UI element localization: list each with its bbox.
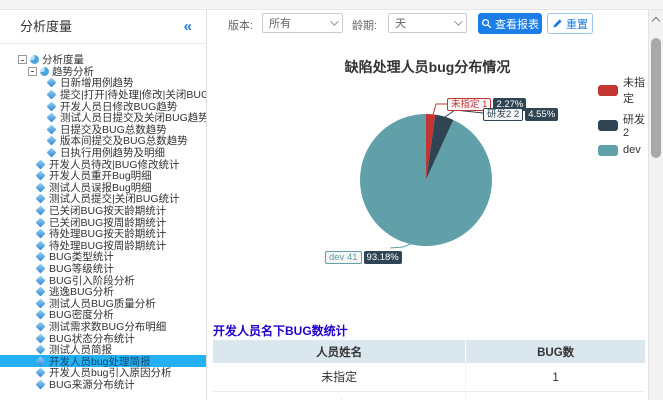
table-header-row: 人员姓名BUG数 [213,340,645,363]
chevron-down-icon [330,17,338,25]
diamond-icon [36,182,46,192]
age-select[interactable]: 天 [388,13,467,33]
legend-swatch [598,120,618,131]
legend-item-未指定[interactable]: 未指定 [598,74,648,106]
collapse-sidebar-icon[interactable]: « [184,10,192,44]
scroll-up-icon[interactable] [652,17,660,25]
diamond-icon [36,240,46,250]
diamond-icon [36,264,46,274]
table-cell: 未指定 [213,363,466,391]
table-cell: 2 [466,391,645,400]
age-label: 龄期: [352,17,377,33]
reset-label: 重置 [566,16,588,32]
label-line [433,104,447,115]
pie-label-slice-2: dev 4193.18% [325,251,402,264]
diamond-icon [36,194,46,204]
diamond-icon [47,101,57,111]
pie-label-name: dev 41 [325,251,362,264]
legend-label: dev [623,144,641,156]
pie-label-name: 研发2 2 [483,108,523,121]
diamond-icon [36,229,46,239]
diamond-icon [36,310,46,320]
table-cell: 研发2 [213,391,466,400]
diamond-icon [36,287,46,297]
diamond-icon [36,345,46,355]
legend-item-dev[interactable]: dev [598,144,648,156]
top-strip [0,0,663,10]
reset-button[interactable]: 重置 [547,13,593,34]
main-panel: 版本: 所有 龄期: 天 查看报表 重置 缺陷处理人员bug分布情况 未指定 1… [207,10,648,400]
diamond-icon [36,368,46,378]
legend-label: 未指定 [623,74,648,106]
diamond-icon [36,275,46,285]
sidebar: 分析度量 « 分析度量趋势分析日新增用例趋势提交|打开|待处理|修改|关闭BUG… [0,10,207,400]
bug-count-table: 人员姓名BUG数 未指定1研发22 [213,340,645,400]
view-report-button[interactable]: 查看报表 [478,13,542,34]
category-icon [30,55,39,64]
table-column-header: 人员姓名 [213,340,466,363]
category-icon [40,67,49,76]
search-icon [481,18,492,29]
diamond-icon [36,252,46,262]
pie-label-percent: 4.55% [525,108,558,121]
legend-swatch [598,145,618,156]
diamond-icon [47,136,57,146]
version-select[interactable]: 所有 [262,13,343,33]
legend-swatch [598,85,618,96]
table-cell: 1 [466,363,645,391]
view-report-label: 查看报表 [495,16,539,32]
version-select-value: 所有 [269,15,291,31]
collapse-toggle-icon[interactable] [18,55,27,64]
diamond-icon [36,356,46,366]
sidebar-tree: 分析度量趋势分析日新增用例趋势提交|打开|待处理|修改|关闭BUG趋势开发人员日… [0,54,206,400]
chevron-down-icon [454,17,462,25]
table-section-heading: 开发人员名下BUG数统计 [213,322,348,339]
pencil-icon [552,18,563,29]
version-label: 版本: [228,17,253,33]
diamond-icon [47,90,57,100]
table-row: 研发22 [213,391,645,400]
table-column-header: BUG数 [466,340,645,363]
diamond-icon [36,333,46,343]
diamond-icon [36,171,46,181]
chart-legend: 未指定研发2 dev [598,74,648,161]
filter-toolbar: 版本: 所有 龄期: 天 查看报表 重置 [207,10,648,38]
diamond-icon [36,159,46,169]
sidebar-header: 分析度量 « [0,10,206,44]
diamond-icon [36,206,46,216]
pie-label-slice-1: 研发2 24.55% [483,108,558,121]
collapse-toggle-icon[interactable] [28,67,37,76]
diamond-icon [36,298,46,308]
scrollbar-thumb[interactable] [651,38,661,158]
vertical-scrollbar[interactable] [648,10,663,400]
tree-item[interactable]: BUG来源分布统计 [0,379,206,391]
legend-item-研发2[interactable]: 研发2 [598,111,648,139]
diamond-icon [47,78,57,88]
legend-label: 研发2 [623,111,648,139]
diamond-icon [36,379,46,389]
tree-item-label: BUG来源分布统计 [49,377,135,392]
pie-chart [207,40,648,290]
diamond-icon [36,217,46,227]
pie-label-percent: 93.18% [364,251,402,264]
sidebar-title: 分析度量 [20,10,72,44]
pie-slice-dev[interactable] [360,114,492,246]
diamond-icon [47,113,57,123]
label-line [445,110,483,117]
age-select-value: 天 [395,15,406,31]
table-row: 未指定1 [213,363,645,391]
diamond-icon [36,322,46,332]
diamond-icon [47,124,57,134]
tree-item[interactable]: 分析度量 [0,54,206,66]
